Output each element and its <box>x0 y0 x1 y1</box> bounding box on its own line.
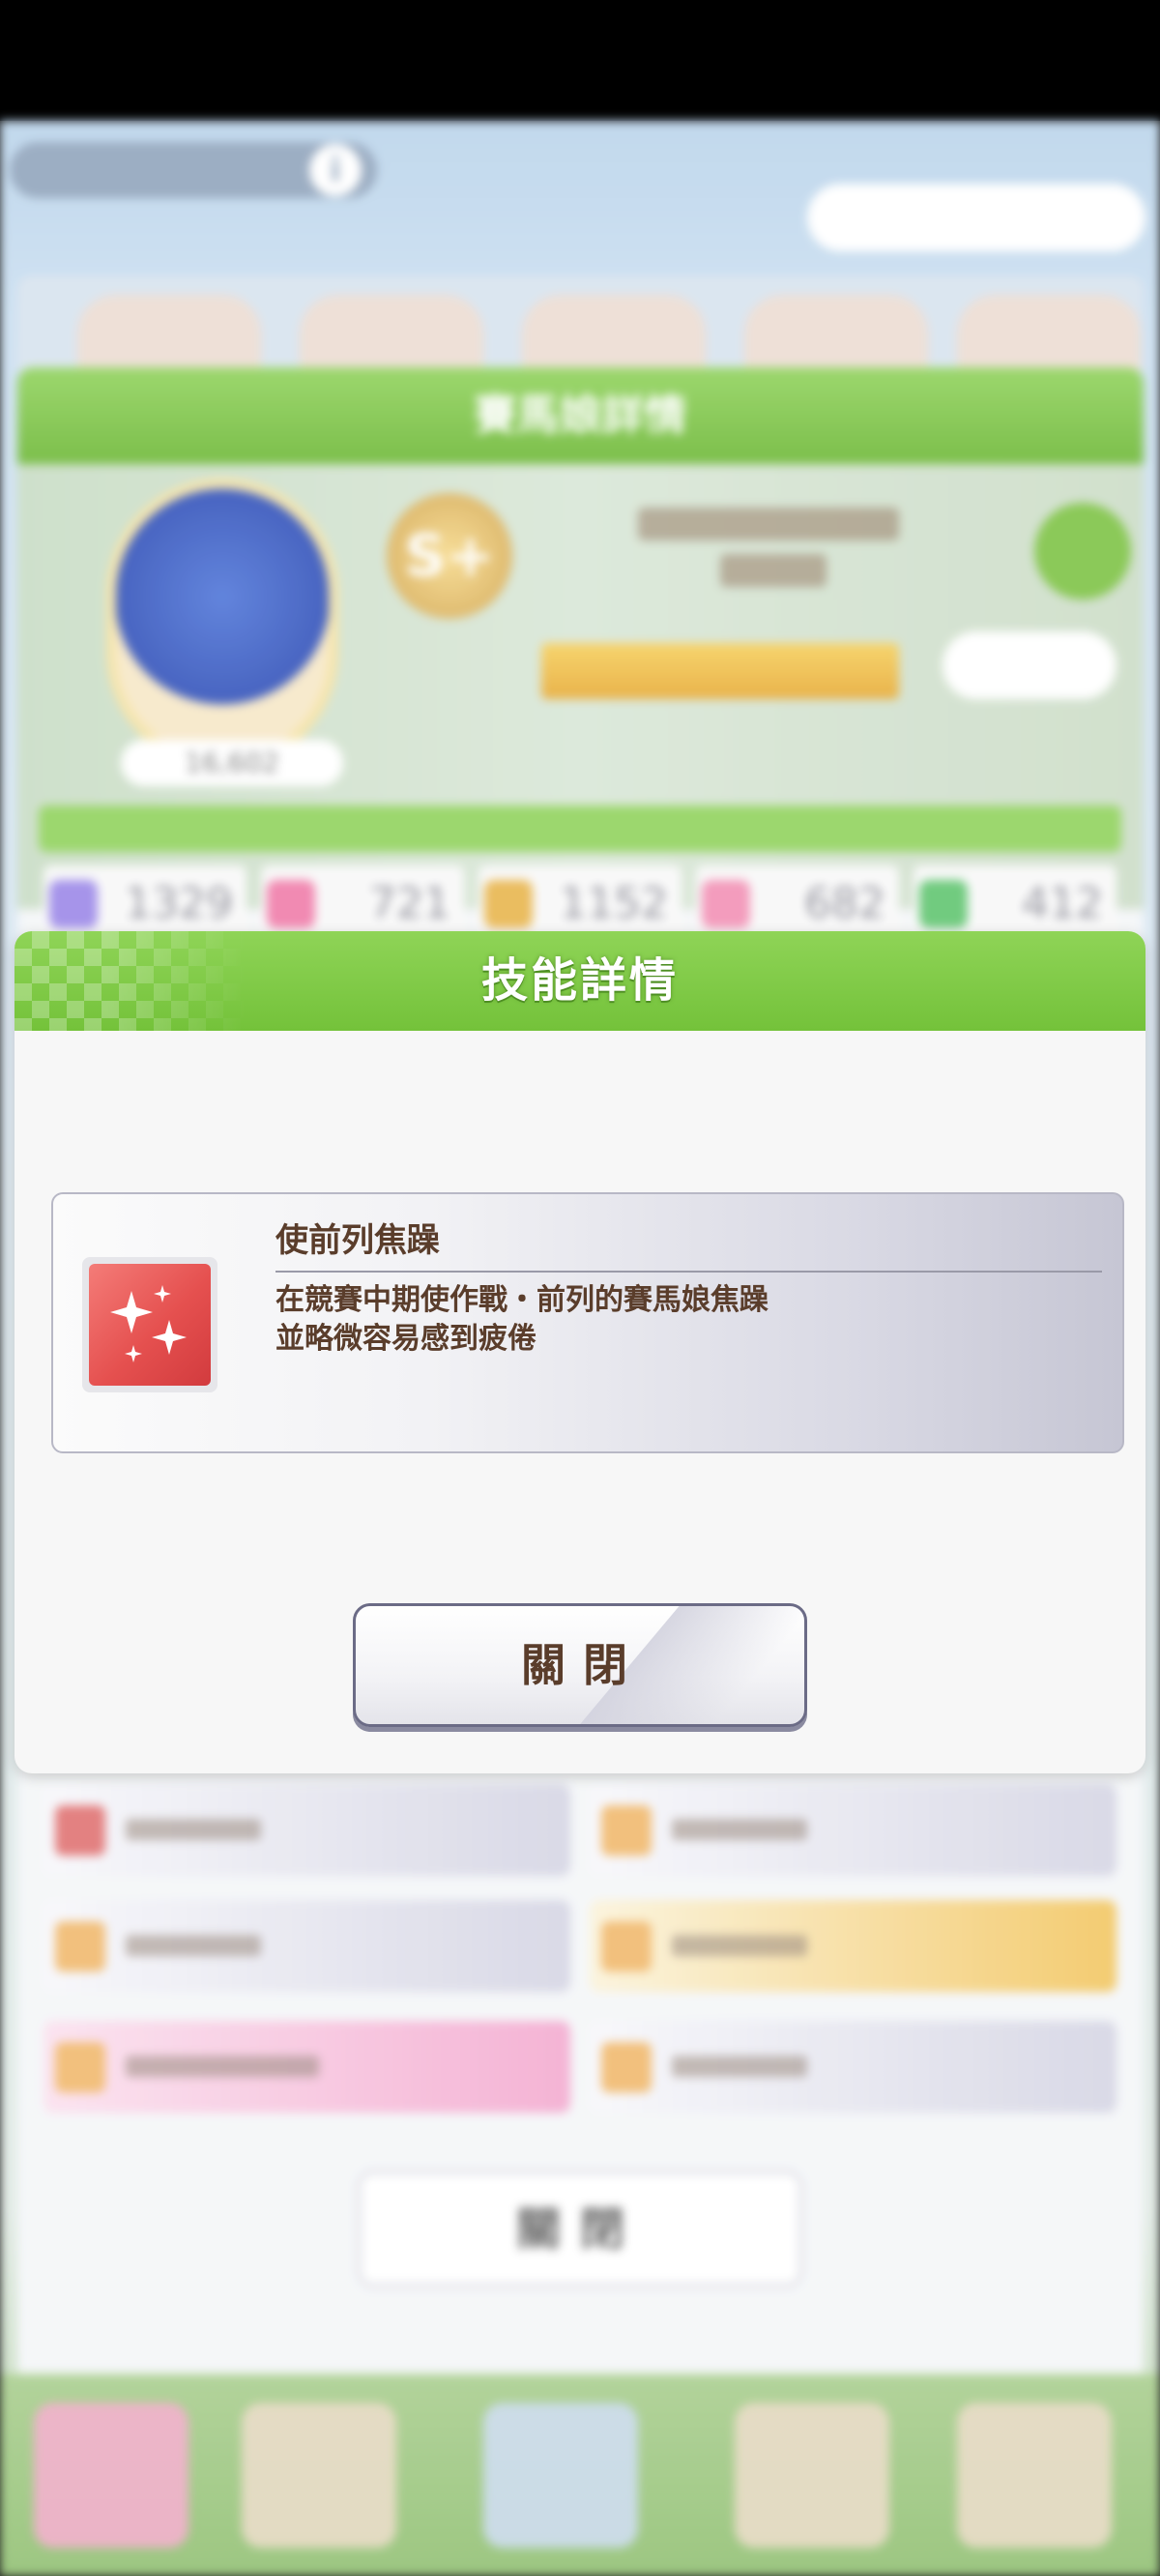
dialog-header: 技能詳情 <box>14 931 1146 1031</box>
skill-divider <box>276 1271 1102 1273</box>
dialog-title: 技能詳情 <box>480 953 679 1008</box>
close-button-label: 關閉 <box>521 1639 645 1691</box>
sparkle-icon <box>89 1264 211 1386</box>
skill-detail-dialog: 技能詳情 使前列焦躁 在競賽中期使作戰・前列的賽馬娘焦躁 並略微容易感到疲倦 關… <box>14 931 1146 1773</box>
skill-name: 使前列焦躁 <box>276 1221 440 1260</box>
close-button[interactable]: 關閉 <box>353 1603 807 1727</box>
skill-card: 使前列焦躁 在競賽中期使作戰・前列的賽馬娘焦躁 並略微容易感到疲倦 <box>51 1192 1124 1453</box>
skill-description-line: 並略微容易感到疲倦 <box>276 1322 536 1356</box>
skill-icon-frame <box>82 1257 218 1392</box>
skill-description-line: 在競賽中期使作戰・前列的賽馬娘焦躁 <box>276 1283 768 1317</box>
skill-description: 在競賽中期使作戰・前列的賽馬娘焦躁 並略微容易感到疲倦 <box>276 1281 1107 1359</box>
status-bar <box>0 0 1160 121</box>
